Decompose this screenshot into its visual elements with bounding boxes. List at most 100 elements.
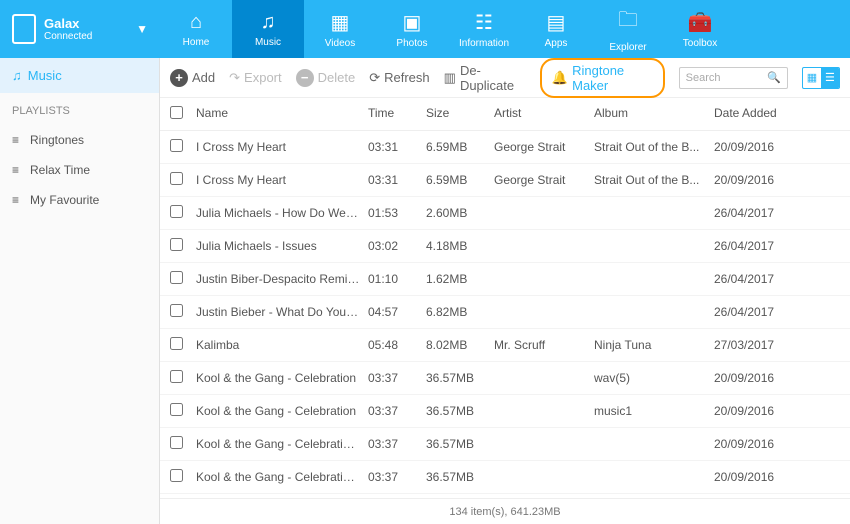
nav-videos[interactable]: ▦Videos (304, 0, 376, 58)
nav-explorer[interactable]: 🗀Explorer (592, 0, 664, 58)
cell-date: 26/04/2017 (714, 206, 804, 220)
row-checkbox[interactable] (170, 172, 183, 185)
cell-time: 01:53 (368, 206, 426, 220)
table-row[interactable]: Kool & the Gang - Celebration03:3736.57M… (160, 395, 850, 428)
music-note-icon: ♫ (12, 68, 22, 83)
ringtone-icon: 🔔 (552, 70, 568, 86)
cell-date: 26/04/2017 (714, 305, 804, 319)
cell-size: 6.59MB (426, 173, 494, 187)
row-checkbox[interactable] (170, 337, 183, 350)
video-icon: ▦ (331, 10, 350, 35)
info-icon: ☷ (475, 10, 493, 35)
nav-home[interactable]: ⌂Home (160, 0, 232, 58)
delete-button[interactable]: −Delete (296, 69, 356, 87)
table-row[interactable]: Julia Michaels - Issues03:024.18MB26/04/… (160, 230, 850, 263)
col-artist[interactable]: Artist (494, 106, 594, 122)
table-row[interactable]: I Cross My Heart03:316.59MBGeorge Strait… (160, 131, 850, 164)
toolbox-icon: 🧰 (688, 10, 713, 35)
cell-name: Kool & the Gang - Celebration(1) (196, 437, 368, 451)
row-checkbox[interactable] (170, 403, 183, 416)
sidebar-item-relax-time[interactable]: ≡Relax Time (0, 155, 159, 185)
view-list-button[interactable]: ☰ (821, 68, 839, 88)
cell-name: Kalimba (196, 338, 368, 352)
table-row[interactable]: Julia Michaels - How Do We Get Ba...01:5… (160, 197, 850, 230)
cell-name: Julia Michaels - Issues (196, 239, 368, 253)
cell-size: 4.18MB (426, 239, 494, 253)
refresh-icon: ⟳ (369, 70, 380, 86)
row-checkbox[interactable] (170, 469, 183, 482)
refresh-button[interactable]: ⟳Refresh (369, 70, 429, 86)
cell-name: I Cross My Heart (196, 173, 368, 187)
row-checkbox[interactable] (170, 370, 183, 383)
sidebar-item-ringtones[interactable]: ≡Ringtones (0, 125, 159, 155)
search-input[interactable]: Search🔍 (679, 67, 788, 89)
playlist-icon: ≡ (12, 193, 24, 207)
sidebar-music[interactable]: ♫Music (0, 58, 159, 93)
status-bar: 134 item(s), 641.23MB (160, 498, 850, 524)
explorer-icon: 🗀 (618, 5, 638, 39)
cell-album: Strait Out of the B... (594, 173, 714, 187)
col-size[interactable]: Size (426, 106, 494, 122)
cell-size: 2.60MB (426, 206, 494, 220)
cell-size: 6.59MB (426, 140, 494, 154)
cell-name: Julia Michaels - How Do We Get Ba... (196, 206, 368, 220)
deduplicate-button[interactable]: ▥De-Duplicate (444, 63, 526, 93)
cell-size: 1.62MB (426, 272, 494, 286)
cell-date: 20/09/2016 (714, 404, 804, 418)
search-icon: 🔍 (767, 71, 781, 84)
ringtone-maker-button[interactable]: 🔔Ringtone Maker (540, 58, 665, 98)
row-checkbox[interactable] (170, 205, 183, 218)
add-button[interactable]: +Add (170, 69, 215, 87)
cell-date: 20/09/2016 (714, 371, 804, 385)
row-checkbox[interactable] (170, 238, 183, 251)
list-icon: ☰ (825, 71, 835, 84)
cell-size: 36.57MB (426, 470, 494, 484)
cell-album: Ninja Tuna (594, 338, 714, 352)
select-all-checkbox[interactable] (170, 106, 183, 119)
cell-name: Justin Biber-Despacito Remix Luis F... (196, 272, 368, 286)
sidebar-playlists-heading: PLAYLISTS (0, 93, 159, 125)
table-body[interactable]: I Cross My Heart03:316.59MBGeorge Strait… (160, 131, 850, 498)
cell-time: 03:37 (368, 404, 426, 418)
table-row[interactable]: Justin Bieber - What Do You Mean04:576.8… (160, 296, 850, 329)
table-row[interactable]: Kool & the Gang - Celebration(2)03:3736.… (160, 461, 850, 494)
col-date[interactable]: Date Added (714, 106, 804, 122)
cell-name: Kool & the Gang - Celebration (196, 371, 368, 385)
plus-icon: + (170, 69, 188, 87)
cell-date: 20/09/2016 (714, 140, 804, 154)
device-selector[interactable]: Galax Connected ▼ (0, 0, 160, 58)
cell-size: 36.57MB (426, 371, 494, 385)
cell-date: 26/04/2017 (714, 239, 804, 253)
col-album[interactable]: Album (594, 106, 714, 122)
row-checkbox[interactable] (170, 304, 183, 317)
nav-apps[interactable]: ▤Apps (520, 0, 592, 58)
view-grid-button[interactable]: ▦ (803, 68, 821, 88)
col-name[interactable]: Name (196, 106, 368, 122)
minus-icon: − (296, 69, 314, 87)
col-time[interactable]: Time (368, 106, 426, 122)
table-header: Name Time Size Artist Album Date Added (160, 98, 850, 131)
cell-size: 6.82MB (426, 305, 494, 319)
table-row[interactable]: Kool & the Gang - Celebration03:3736.57M… (160, 362, 850, 395)
sidebar-item-my-favourite[interactable]: ≡My Favourite (0, 185, 159, 215)
nav-music[interactable]: ♫Music (232, 0, 304, 58)
cell-time: 04:57 (368, 305, 426, 319)
nav-toolbox[interactable]: 🧰Toolbox (664, 0, 736, 58)
nav-information[interactable]: ☷Information (448, 0, 520, 58)
cell-artist: Mr. Scruff (494, 338, 594, 352)
phone-icon (12, 14, 36, 44)
row-checkbox[interactable] (170, 271, 183, 284)
nav-photos[interactable]: ▣Photos (376, 0, 448, 58)
cell-name: Kool & the Gang - Celebration(2) (196, 470, 368, 484)
cell-time: 05:48 (368, 338, 426, 352)
table-row[interactable]: Justin Biber-Despacito Remix Luis F...01… (160, 263, 850, 296)
export-button[interactable]: ↷Export (229, 70, 281, 86)
cell-album: Strait Out of the B... (594, 140, 714, 154)
table-row[interactable]: Kalimba05:488.02MBMr. ScruffNinja Tuna27… (160, 329, 850, 362)
cell-date: 20/09/2016 (714, 437, 804, 451)
row-checkbox[interactable] (170, 139, 183, 152)
grid-icon: ▦ (807, 71, 817, 84)
table-row[interactable]: Kool & the Gang - Celebration(1)03:3736.… (160, 428, 850, 461)
row-checkbox[interactable] (170, 436, 183, 449)
table-row[interactable]: I Cross My Heart03:316.59MBGeorge Strait… (160, 164, 850, 197)
